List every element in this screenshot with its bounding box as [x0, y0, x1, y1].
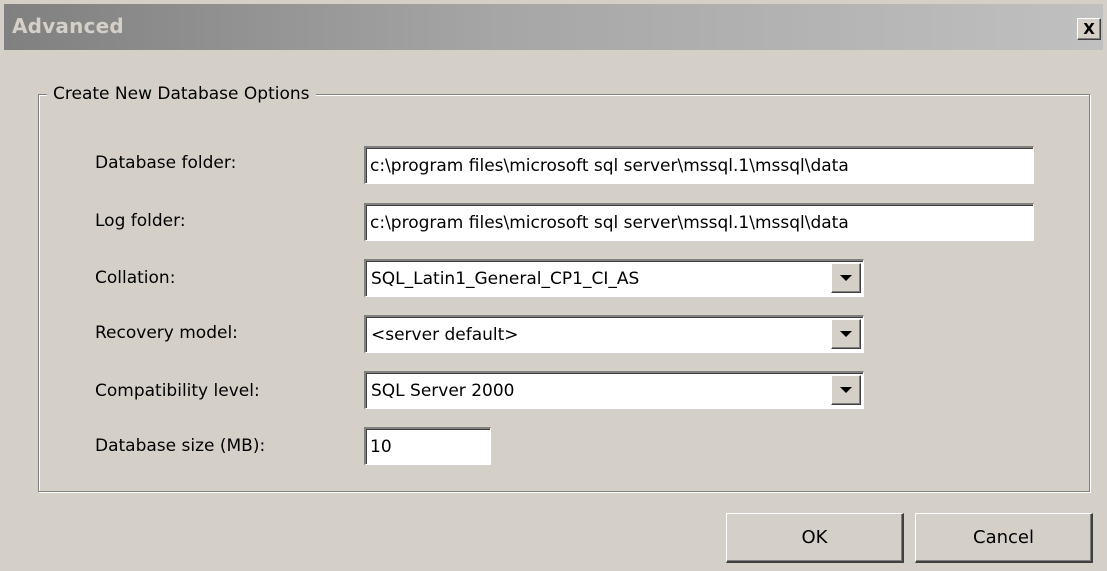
compatibility-level-select[interactable]: SQL Server 2000 — [364, 371, 864, 409]
collation-select[interactable]: SQL_Latin1_General_CP1_CI_AS — [364, 259, 864, 297]
advanced-dialog: Advanced X Create New Database Options D… — [0, 0, 1107, 571]
chevron-down-icon — [840, 275, 852, 281]
database-folder-input[interactable]: c:\program files\microsoft sql server\ms… — [364, 146, 1034, 184]
title-bar[interactable]: Advanced X — [4, 4, 1103, 50]
compatibility-level-dropdown-button[interactable] — [831, 375, 861, 405]
log-folder-input[interactable]: c:\program files\microsoft sql server\ms… — [364, 203, 1034, 241]
collation-value: SQL_Latin1_General_CP1_CI_AS — [371, 269, 640, 289]
database-size-label: Database size (MB): — [95, 436, 266, 456]
recovery-model-dropdown-button[interactable] — [831, 319, 861, 349]
recovery-model-label: Recovery model: — [95, 323, 238, 343]
collation-dropdown-button[interactable] — [831, 263, 861, 293]
close-icon: X — [1083, 19, 1095, 38]
chevron-down-icon — [840, 387, 852, 393]
log-folder-label: Log folder: — [95, 211, 186, 231]
group-legend: Create New Database Options — [47, 84, 316, 104]
database-size-input[interactable]: 10 — [364, 427, 491, 465]
ok-button[interactable]: OK — [726, 513, 904, 563]
compatibility-level-value: SQL Server 2000 — [371, 381, 515, 401]
compatibility-level-label: Compatibility level: — [95, 381, 260, 401]
collation-label: Collation: — [95, 268, 176, 288]
recovery-model-select[interactable]: <server default> — [364, 315, 864, 353]
cancel-button[interactable]: Cancel — [915, 513, 1093, 563]
database-folder-label: Database folder: — [95, 153, 237, 173]
dialog-title: Advanced — [12, 14, 124, 38]
chevron-down-icon — [840, 331, 852, 337]
recovery-model-value: <server default> — [371, 325, 519, 345]
close-button[interactable]: X — [1077, 18, 1101, 40]
